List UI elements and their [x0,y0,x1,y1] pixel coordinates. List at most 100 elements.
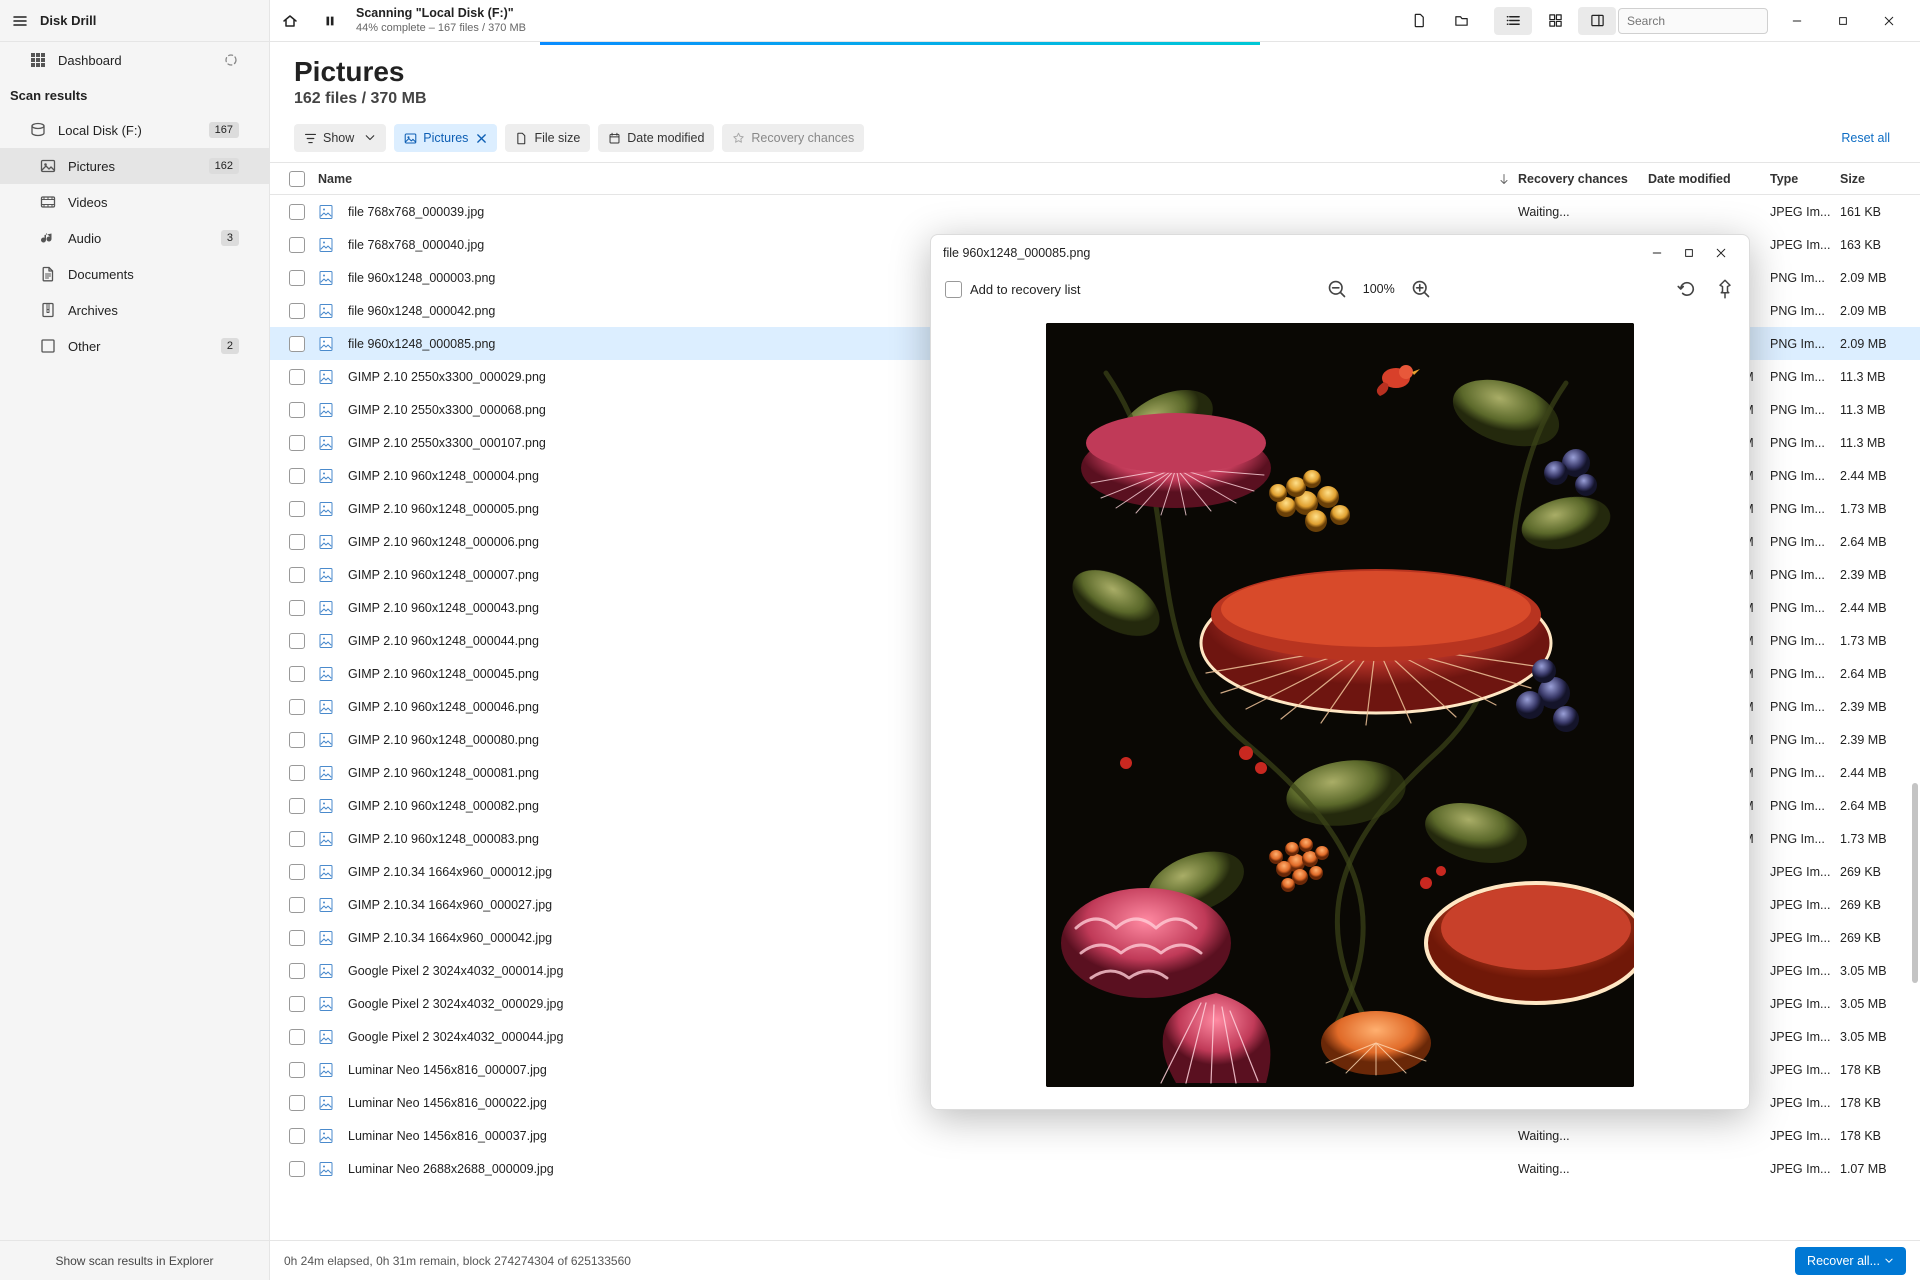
cell-size: 1.07 MB [1840,1162,1920,1176]
sidebar-item-pictures[interactable]: Pictures162 [0,148,269,184]
row-checkbox[interactable] [289,1029,305,1045]
pin-button[interactable] [1715,279,1735,299]
add-to-recovery[interactable]: Add to recovery list [945,281,1081,298]
popup-maximize[interactable] [1673,235,1705,271]
row-checkbox[interactable] [289,1161,305,1177]
pause-button[interactable] [310,0,350,42]
zoom-in-button[interactable] [1411,279,1431,299]
table-row[interactable]: Luminar Neo 1456x816_000037.jpgWaiting..… [270,1119,1920,1152]
row-checkbox[interactable] [289,1095,305,1111]
sidebar-item-audio[interactable]: Audio3 [0,220,269,256]
scrollbar-thumb[interactable] [1912,783,1918,983]
row-checkbox[interactable] [289,963,305,979]
sidebar: Disk Drill Dashboard Scan results Local … [0,0,270,1280]
col-type[interactable]: Type [1770,172,1840,186]
cell-type: PNG Im... [1770,403,1840,417]
search-input[interactable] [1627,14,1782,28]
filter-recovery[interactable]: Recovery chances [722,124,864,152]
new-file-button[interactable] [1400,7,1438,35]
row-checkbox[interactable] [289,699,305,715]
sidebar-item-other[interactable]: Other2 [0,328,269,364]
filter-date[interactable]: Date modified [598,124,714,152]
filter-size[interactable]: File size [505,124,590,152]
cell-size: 178 KB [1840,1129,1920,1143]
col-recovery[interactable]: Recovery chances [1518,172,1648,186]
row-checkbox[interactable] [289,1128,305,1144]
cell-type: PNG Im... [1770,502,1840,516]
file-icon [1412,13,1427,28]
table-row[interactable]: Luminar Neo 2688x2688_000009.jpgWaiting.… [270,1152,1920,1185]
popup-minimize[interactable] [1641,235,1673,271]
col-date[interactable]: Date modified [1648,172,1770,186]
filter-show[interactable]: Show [294,124,386,152]
row-checkbox[interactable] [289,270,305,286]
window-maximize[interactable] [1820,0,1866,42]
row-checkbox[interactable] [289,930,305,946]
row-checkbox[interactable] [289,534,305,550]
popup-close[interactable] [1705,235,1737,271]
sidebar-footer[interactable]: Show scan results in Explorer [0,1240,269,1280]
row-checkbox[interactable] [289,897,305,913]
row-checkbox[interactable] [289,369,305,385]
row-checkbox[interactable] [289,336,305,352]
view-thumb-button[interactable] [1536,7,1574,35]
filter-bar: Show Pictures File size Date modified Re… [270,116,1920,163]
select-all-checkbox[interactable] [289,171,305,187]
row-checkbox[interactable] [289,435,305,451]
search-box[interactable] [1618,8,1768,34]
recovery-checkbox[interactable] [945,281,962,298]
file-image-icon [318,699,334,715]
row-checkbox[interactable] [289,204,305,220]
row-checkbox[interactable] [289,996,305,1012]
sidebar-item-videos[interactable]: Videos [0,184,269,220]
file-image-icon [318,1128,334,1144]
row-checkbox[interactable] [289,732,305,748]
disk-icon [30,122,46,138]
reset-all[interactable]: Reset all [1841,131,1896,145]
grid-icon [30,52,46,68]
cell-size: 178 KB [1840,1096,1920,1110]
row-checkbox[interactable] [289,765,305,781]
sidebar-dashboard[interactable]: Dashboard [0,42,269,78]
file-image-icon [318,303,334,319]
row-checkbox[interactable] [289,633,305,649]
cell-type: PNG Im... [1770,535,1840,549]
sidebar-item-archives[interactable]: Archives [0,292,269,328]
remove-icon[interactable] [476,133,487,144]
window-minimize[interactable] [1774,0,1820,42]
col-name[interactable]: Name [314,172,1518,186]
row-checkbox[interactable] [289,600,305,616]
row-checkbox[interactable] [289,1062,305,1078]
open-folder-button[interactable] [1442,7,1480,35]
star-icon [732,132,745,145]
row-checkbox[interactable] [289,303,305,319]
sidebar-item-documents[interactable]: Documents [0,256,269,292]
row-checkbox[interactable] [289,831,305,847]
zoom-out-button[interactable] [1327,279,1347,299]
home-button[interactable] [270,0,310,42]
rotate-button[interactable] [1677,279,1697,299]
table-row[interactable]: file 768x768_000039.jpgWaiting...JPEG Im… [270,195,1920,228]
file-image-icon [318,567,334,583]
filter-pictures[interactable]: Pictures [394,124,497,152]
row-checkbox[interactable] [289,864,305,880]
sidebar-disk[interactable]: Local Disk (F:) 167 [0,112,269,148]
maximize-icon [1837,15,1849,27]
cell-size: 1.73 MB [1840,502,1920,516]
row-checkbox[interactable] [289,402,305,418]
row-checkbox[interactable] [289,567,305,583]
view-panel-button[interactable] [1578,7,1616,35]
cell-size: 2.09 MB [1840,304,1920,318]
row-checkbox[interactable] [289,501,305,517]
row-checkbox[interactable] [289,798,305,814]
row-checkbox[interactable] [289,666,305,682]
maximize-icon [1683,247,1695,259]
row-checkbox[interactable] [289,468,305,484]
row-checkbox[interactable] [289,237,305,253]
view-list-button[interactable] [1494,7,1532,35]
window-close[interactable] [1866,0,1912,42]
col-size[interactable]: Size [1840,172,1920,186]
recover-all-button[interactable]: Recover all... [1795,1247,1906,1275]
file-name: GIMP 2.10 2550x3300_000107.png [348,436,546,450]
menu-icon[interactable] [12,13,28,29]
